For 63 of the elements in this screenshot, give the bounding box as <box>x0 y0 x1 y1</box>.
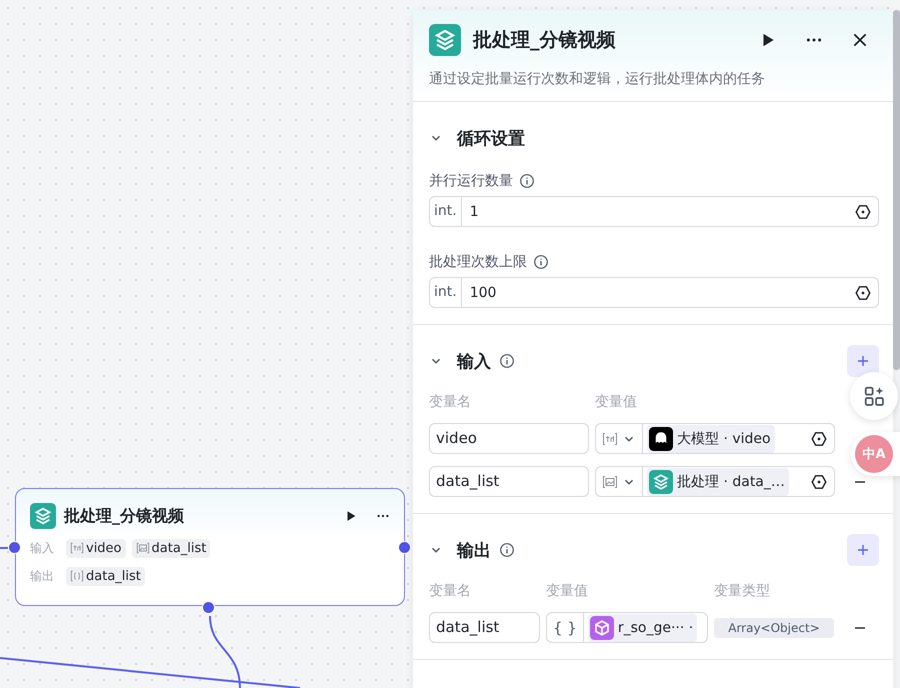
number-field[interactable]: int. 1 <box>429 196 879 227</box>
variable-reference: r_so_ge··· · <box>588 614 698 642</box>
variable-reference: 大模型 · video <box>647 424 775 452</box>
scrollbar[interactable] <box>893 10 900 370</box>
object-type-icon <box>70 569 84 583</box>
type-tag: Array<Object> <box>714 618 834 638</box>
variable-chip: data_list <box>132 538 210 558</box>
field-value: 1 <box>468 204 480 220</box>
section-title: 输入 <box>457 350 491 372</box>
image-type-icon <box>602 474 618 490</box>
column-header: 变量类型 <box>714 582 771 600</box>
layers-icon <box>30 503 56 529</box>
layers-icon <box>429 24 461 56</box>
name-field[interactable]: data_list <box>429 612 540 643</box>
variable-icon[interactable] <box>854 202 872 220</box>
column-header: 变量值 <box>595 393 638 411</box>
variable-value-field[interactable]: 大模型 · video <box>595 423 835 454</box>
variable-chip: data_list <box>66 566 145 586</box>
name-field[interactable]: data_list <box>429 466 589 497</box>
close-icon[interactable] <box>851 31 869 49</box>
connection-port[interactable] <box>202 601 215 614</box>
variable-reference: 批处理 · data_… <box>647 468 789 496</box>
type-label: { } <box>553 618 577 636</box>
workflow-node[interactable]: 批处理_分镜视频 输入 video data_list 输出 data_list <box>15 488 405 606</box>
number-field[interactable]: int. 100 <box>429 277 879 308</box>
cube-icon <box>590 616 614 640</box>
variable-chip: video <box>66 538 126 558</box>
image-type-icon <box>136 541 150 555</box>
variable-value-field[interactable]: { } r_so_ge··· · <box>546 612 708 643</box>
apps-icon <box>863 385 885 407</box>
info-icon[interactable] <box>499 542 515 558</box>
field-value: 100 <box>468 284 498 300</box>
section-title: 循环设置 <box>457 128 525 150</box>
info-icon[interactable] <box>519 173 535 189</box>
connection-port[interactable] <box>398 541 411 554</box>
column-header: 变量名 <box>429 582 472 600</box>
type-label: int. <box>430 278 462 307</box>
field-label: 批处理次数上限 <box>429 253 527 271</box>
connection-port[interactable] <box>8 541 21 554</box>
string-type-icon <box>70 541 84 555</box>
column-header: 变量值 <box>546 582 589 600</box>
connector-line <box>0 547 8 549</box>
variable-icon[interactable] <box>810 472 828 490</box>
section-title: 输出 <box>457 540 491 562</box>
info-icon[interactable] <box>533 254 549 270</box>
panel-description: 通过设定批量运行次数和逻辑，运行批处理体内的任务 <box>429 70 766 88</box>
layers-icon <box>649 470 673 494</box>
name-field[interactable]: video <box>429 423 589 454</box>
type-label: int. <box>430 197 462 226</box>
plus-icon <box>855 353 871 369</box>
node-title: 批处理_分镜视频 <box>64 506 185 526</box>
variable-icon[interactable] <box>854 284 872 302</box>
plus-icon <box>855 542 871 558</box>
field-label: 并行运行数量 <box>429 172 513 190</box>
column-header: 变量名 <box>429 393 472 411</box>
string-type-icon <box>602 430 618 446</box>
node-label: 输入 <box>30 540 55 556</box>
panel-title: 批处理_分镜视频 <box>473 28 616 53</box>
info-icon[interactable] <box>499 353 515 369</box>
ghost-icon <box>649 426 673 450</box>
variable-value-field[interactable]: 批处理 · data_… <box>595 466 835 497</box>
variable-icon[interactable] <box>810 430 828 448</box>
node-label: 输出 <box>30 568 55 584</box>
